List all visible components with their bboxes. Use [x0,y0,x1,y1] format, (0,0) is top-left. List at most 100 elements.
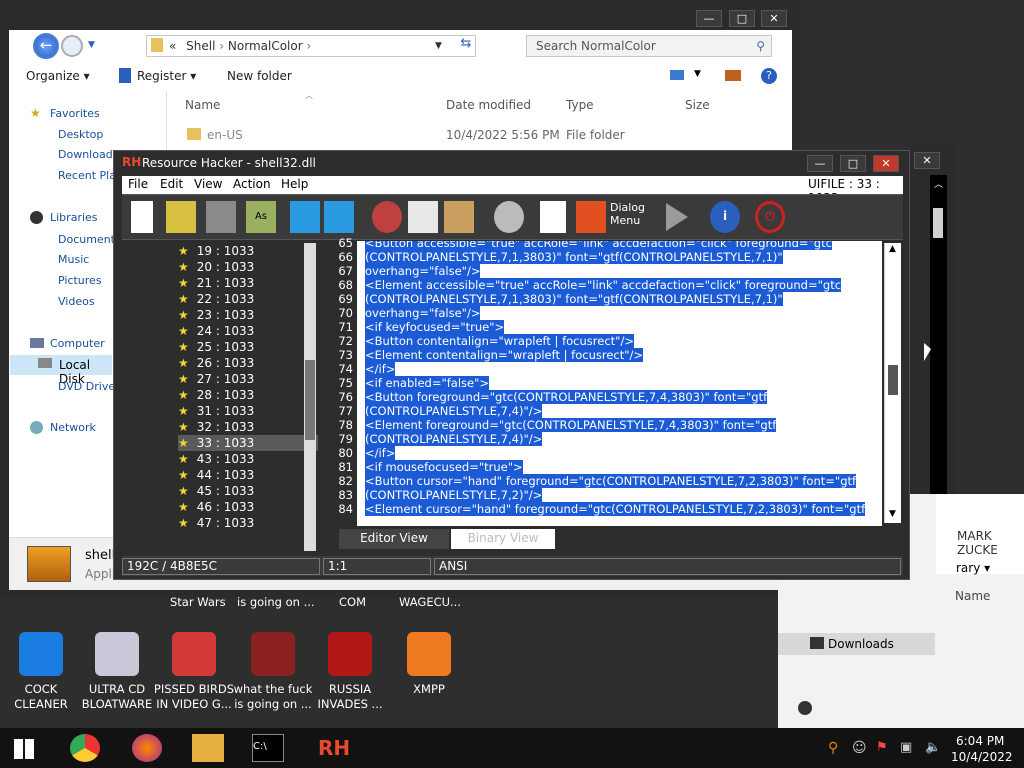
info-icon[interactable]: i [710,201,740,233]
desktop-label-going-on[interactable]: is going on ... [237,595,315,609]
forward-arrow-icon[interactable] [61,35,83,57]
dialog-menu-icon[interactable]: Dialog Menu [610,201,645,227]
tree-item[interactable]: ★ 28 : 1033 [178,387,318,403]
file-explorer-icon[interactable] [192,734,224,762]
dropdown-icon[interactable]: ▼ [435,36,442,56]
network-tray-icon[interactable]: ▣ [900,740,912,755]
desktop-label-wagecu[interactable]: WAGECU... [399,595,461,609]
compile-icon[interactable] [290,201,320,233]
search-input[interactable]: Search NormalColor ⚲ [526,35,772,57]
desktop-label-starwars[interactable]: Star Wars [170,595,226,609]
nav-computer[interactable]: Computer [50,337,105,350]
breadcrumb-shell[interactable]: Shell [186,39,215,53]
back-arrow-icon[interactable]: ← [33,33,59,59]
search-icon[interactable] [494,201,524,233]
close-button[interactable]: ✕ [761,10,787,27]
tree-item[interactable]: ★ 22 : 1033 [178,291,318,307]
help-icon[interactable]: ? [761,68,777,84]
paste-icon[interactable] [444,201,474,233]
nav-documents[interactable]: Documents [58,233,121,246]
column-date[interactable]: Date modified [446,98,531,112]
nav-network[interactable]: Network [50,421,96,434]
desktop-icon[interactable]: COCK CLEANER [0,632,82,712]
firefox-icon[interactable] [132,734,162,762]
tree-item[interactable]: ★ 44 : 1033 [178,467,318,483]
tree-item[interactable]: ★ 33 : 1033 [178,435,318,451]
tree-item[interactable]: ★ 26 : 1033 [178,355,318,371]
tree-item[interactable]: ★ 19 : 1033 [178,243,318,259]
save-icon[interactable] [206,201,236,233]
nav-downloads-selected[interactable]: Downloads [778,633,935,655]
power-icon[interactable]: ⏻ [755,201,785,233]
volume-icon[interactable]: 🔈 [925,740,941,755]
cut-icon[interactable] [372,201,402,233]
maximize-button[interactable]: □ [840,155,866,172]
nav-desktop[interactable]: Desktop [58,128,103,141]
tree-item[interactable]: ★ 43 : 1033 [178,451,318,467]
tree-item[interactable]: ★ 27 : 1033 [178,371,318,387]
image-resource-icon[interactable] [576,201,606,233]
flag-icon[interactable]: ⚑ [876,740,888,755]
tree-item[interactable]: ★ 47 : 1033 [178,515,318,531]
menu-file[interactable]: File [128,177,148,191]
maximize-button[interactable]: □ [729,10,755,27]
start-windows-icon[interactable] [14,739,34,759]
nav-local-disk-selected[interactable]: Local Disk [10,355,112,386]
new-folder-button[interactable]: New folder [227,69,292,83]
menu-view[interactable]: View [194,177,222,191]
tab-editor-view[interactable]: Editor View [339,529,449,549]
nav-dvd[interactable]: DVD Drive [58,380,115,393]
address-bar[interactable]: « Shell › NormalColor › ▼ [146,35,476,57]
tree-item[interactable]: ★ 45 : 1033 [178,483,318,499]
tree-item[interactable]: ★ 24 : 1033 [178,323,318,339]
copy-icon[interactable] [408,201,438,233]
tree-item[interactable]: ★ 23 : 1033 [178,307,318,323]
chevron-down-icon[interactable]: ▼ [88,40,95,50]
desktop-icon[interactable]: RUSSIA INVADES ... [309,632,391,712]
open-folder-icon[interactable] [166,201,196,233]
nav-music[interactable]: Music [58,253,89,266]
tree-item[interactable]: ★ 46 : 1033 [178,499,318,515]
tree-item[interactable]: ★ 25 : 1033 [178,339,318,355]
chrome-icon[interactable] [70,734,100,762]
play-icon[interactable] [666,203,688,231]
arrow-icon[interactable] [324,201,354,233]
view-icon[interactable] [670,70,684,80]
nav-libraries[interactable]: Libraries [50,211,98,224]
nav-downloads[interactable]: Downloads [58,148,118,161]
close-button[interactable]: ✕ [873,155,899,172]
register-button[interactable]: Register ▾ [137,69,196,83]
resource-hacker-taskbar-icon[interactable]: RH [318,734,350,762]
menu-action[interactable]: Action [233,177,271,191]
add-resource-icon[interactable] [540,201,566,233]
tree-item[interactable]: ★ 32 : 1033 [178,419,318,435]
library-dropdown[interactable]: rary ▾ [956,561,990,575]
emoji-icon[interactable]: ☺ [852,740,867,756]
nav-pictures[interactable]: Pictures [58,274,102,287]
tree-scrollbar[interactable] [304,243,316,551]
clock-date[interactable]: 10/4/2022 [951,750,1013,764]
menu-edit[interactable]: Edit [160,177,183,191]
code-editor[interactable]: <Button accessible="true" accRole="link"… [357,241,882,526]
minimize-button[interactable]: — [696,10,722,27]
nav-videos[interactable]: Videos [58,295,95,308]
column-name[interactable]: Name [955,589,990,603]
new-file-icon[interactable] [131,201,153,233]
desktop-icon[interactable]: PISSED BIRDS IN VIDEO G... [153,632,235,712]
cmd-icon[interactable]: C:\ [252,734,284,762]
save-as-icon[interactable]: As [246,201,276,233]
close-button-bg[interactable]: ✕ [914,152,940,169]
tab-binary-view[interactable]: Binary View [451,529,555,549]
breadcrumb-normalcolor[interactable]: NormalColor [228,39,303,53]
code-scrollbar[interactable]: ▲ ▼ [884,243,901,523]
column-size[interactable]: Size [685,98,710,112]
desktop-icon[interactable]: XMPP [388,632,470,697]
tree-item[interactable]: ★ 31 : 1033 [178,403,318,419]
search-tray-icon[interactable]: ⚲ [828,740,838,756]
organize-button[interactable]: Organize ▾ [26,69,90,83]
tree-item[interactable]: ★ 20 : 1033 [178,259,318,275]
nav-favorites[interactable]: Favorites [50,107,100,120]
refresh-icon[interactable]: ⇆ [456,36,476,56]
preview-pane-icon[interactable] [725,70,741,81]
minimize-button[interactable]: — [807,155,833,172]
